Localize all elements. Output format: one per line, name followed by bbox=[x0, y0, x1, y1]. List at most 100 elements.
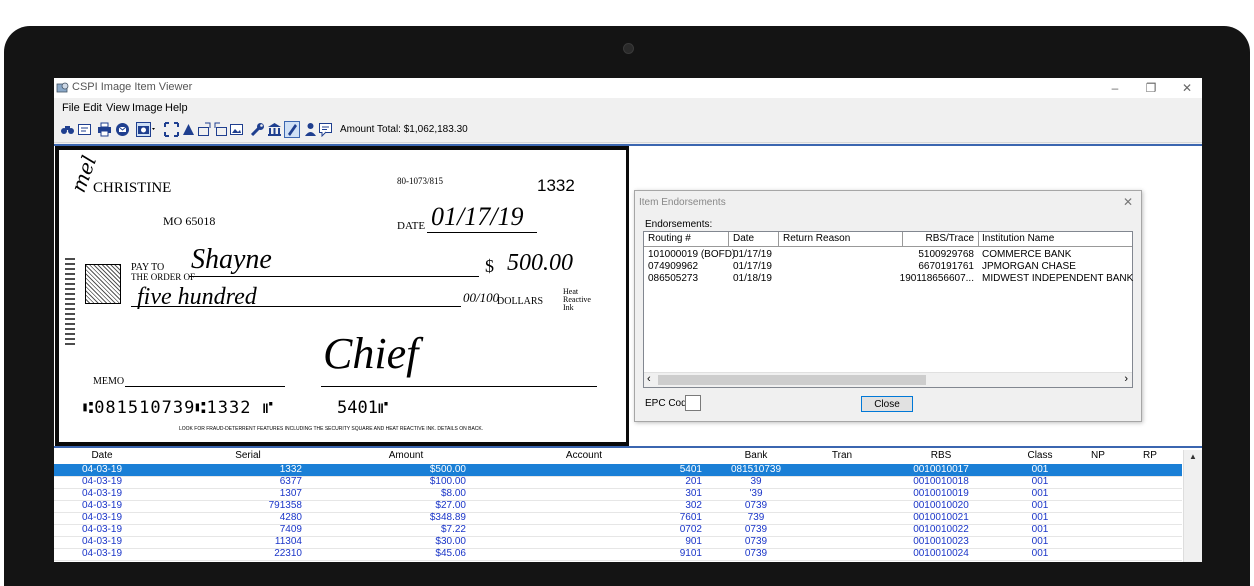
endorse-institution: MIDWEST INDEPENDENT BANK bbox=[982, 273, 1134, 284]
table-row[interactable]: 04-03-19 22310 $45.06 9101 0739 0010010024 001 bbox=[54, 548, 1182, 561]
person-icon[interactable] bbox=[303, 122, 318, 137]
window-title: CSPI Image Item Viewer bbox=[72, 81, 193, 93]
cell-bank: 0739 bbox=[744, 500, 768, 511]
menu-image[interactable]: Image bbox=[132, 102, 163, 114]
endorsement-row[interactable]: 101000019 (BOFD) 01/17/19 5100929768 COM… bbox=[644, 248, 1132, 260]
mail-icon[interactable] bbox=[115, 122, 130, 137]
memo-label: MEMO bbox=[93, 376, 125, 387]
endorsements-hscrollbar[interactable]: ‹ › bbox=[644, 372, 1132, 387]
minimize-button[interactable]: – bbox=[1100, 79, 1130, 97]
scroll-thumb[interactable] bbox=[658, 375, 926, 385]
front-icon[interactable] bbox=[197, 122, 212, 137]
written-fraction: 00/100 bbox=[463, 290, 500, 305]
column-divider[interactable] bbox=[778, 232, 779, 246]
check-payee: Shayne bbox=[191, 244, 272, 275]
cell-amount: $348.89 bbox=[429, 512, 466, 523]
heat-reactive-note: Heat Reactive Ink bbox=[563, 287, 591, 312]
bank-icon[interactable] bbox=[267, 122, 282, 137]
pencil-icon[interactable] bbox=[284, 121, 300, 138]
scroll-right-arrow[interactable]: › bbox=[1124, 373, 1128, 385]
dialog-close-icon[interactable]: ✕ bbox=[1123, 195, 1133, 209]
cell-class: 001 bbox=[1031, 488, 1049, 499]
cell-class: 001 bbox=[1031, 464, 1049, 475]
col-institution[interactable]: Institution Name bbox=[982, 233, 1054, 244]
app-window: CSPI Image Item Viewer – ❐ ✕ File Edit V… bbox=[54, 78, 1202, 562]
endorse-date: 01/17/19 bbox=[733, 261, 772, 272]
print-icon[interactable] bbox=[97, 122, 112, 137]
rotate-icon[interactable] bbox=[181, 122, 196, 137]
cell-account: 0702 bbox=[679, 524, 702, 535]
cell-account: 301 bbox=[685, 488, 702, 499]
endorse-rbs: 5100929768 bbox=[918, 249, 974, 260]
cell-date: 04-03-19 bbox=[81, 500, 123, 511]
epc-code-field[interactable] bbox=[685, 395, 701, 411]
endorsements-list[interactable]: Routing # Date Return Reason RBS/Trace I… bbox=[643, 231, 1133, 388]
col-rbs-trace[interactable]: RBS/Trace bbox=[924, 233, 974, 244]
col-date[interactable]: Date bbox=[733, 233, 754, 244]
grid-col-bank[interactable]: Bank bbox=[702, 450, 810, 461]
wrench-icon[interactable] bbox=[250, 122, 265, 137]
security-square bbox=[85, 264, 121, 304]
grid-col-rbs[interactable]: RBS bbox=[874, 450, 1008, 461]
binoculars-icon[interactable] bbox=[60, 122, 75, 137]
check-amount: 500.00 bbox=[507, 250, 573, 276]
micr-account: 5401⑈ bbox=[337, 398, 389, 418]
column-divider[interactable] bbox=[728, 232, 729, 246]
endorsements-label: Endorsements: bbox=[645, 219, 713, 230]
window-close-button[interactable]: ✕ bbox=[1172, 79, 1202, 97]
toolbar: Amount Total: $1,062,183.30 bbox=[54, 118, 1202, 143]
memo-line bbox=[125, 386, 285, 387]
comment-icon[interactable] bbox=[318, 122, 333, 137]
close-button[interactable]: Close bbox=[861, 396, 913, 412]
menu-view[interactable]: View bbox=[106, 102, 130, 114]
form-icon[interactable] bbox=[77, 122, 92, 137]
grid-col-account[interactable]: Account bbox=[466, 450, 702, 461]
cell-bank: 0739 bbox=[744, 524, 768, 535]
col-return-reason[interactable]: Return Reason bbox=[783, 233, 850, 244]
scroll-left-arrow[interactable]: ‹ bbox=[647, 373, 651, 385]
cell-serial: 22310 bbox=[274, 548, 302, 559]
grid-col-rp[interactable]: RP bbox=[1124, 450, 1176, 461]
cell-class: 001 bbox=[1031, 524, 1049, 535]
back-icon[interactable] bbox=[213, 122, 228, 137]
column-divider[interactable] bbox=[978, 232, 979, 246]
cell-class: 001 bbox=[1031, 548, 1049, 559]
col-routing[interactable]: Routing # bbox=[648, 233, 691, 244]
menu-bar: File Edit View Image Help bbox=[54, 98, 1202, 118]
cell-amount: $8.00 bbox=[440, 488, 466, 499]
grid-col-class[interactable]: Class bbox=[1008, 450, 1072, 461]
fit-icon[interactable] bbox=[164, 122, 179, 137]
picture-icon[interactable] bbox=[229, 122, 244, 137]
restore-button[interactable]: ❐ bbox=[1136, 79, 1166, 97]
endorsement-row[interactable]: 074909962 01/17/19 6670191761 JPMORGAN C… bbox=[644, 260, 1132, 272]
menu-help[interactable]: Help bbox=[165, 102, 188, 114]
items-grid: Date Serial Amount Account Bank Tran RBS… bbox=[54, 446, 1202, 562]
signature-line bbox=[321, 386, 597, 387]
endorsement-row[interactable]: 086505273 01/18/19 190118656607... MIDWE… bbox=[644, 272, 1134, 284]
grid-col-tran[interactable]: Tran bbox=[810, 450, 874, 461]
column-divider[interactable] bbox=[902, 232, 903, 246]
scroll-up-arrow[interactable]: ▲ bbox=[1189, 452, 1197, 461]
menu-edit[interactable]: Edit bbox=[83, 102, 102, 114]
cell-amount: $500.00 bbox=[429, 464, 466, 475]
camera-icon[interactable] bbox=[136, 122, 156, 137]
grid-col-np[interactable]: NP bbox=[1072, 450, 1124, 461]
dollar-sign: $ bbox=[485, 256, 494, 276]
cell-account: 302 bbox=[685, 500, 702, 511]
check-image: mel CHRISTINE MO 65018 80-1073/815 1332 … bbox=[59, 150, 626, 442]
cell-amount: $7.22 bbox=[440, 524, 466, 535]
check-date-label: DATE bbox=[397, 220, 426, 232]
cell-class: 001 bbox=[1031, 476, 1049, 487]
cell-amount: $27.00 bbox=[435, 500, 466, 511]
cell-rbs: 0010010019 bbox=[913, 488, 969, 499]
endorse-routing: 101000019 (BOFD) bbox=[648, 249, 736, 260]
cell-account: 9101 bbox=[679, 548, 702, 559]
cell-serial: 4280 bbox=[279, 512, 302, 523]
grid-vscrollbar[interactable]: ▲ bbox=[1183, 450, 1202, 562]
grid-col-amount[interactable]: Amount bbox=[346, 450, 466, 461]
menu-file[interactable]: File bbox=[62, 102, 80, 114]
grid-col-serial[interactable]: Serial bbox=[150, 450, 346, 461]
grid-col-date[interactable]: Date bbox=[54, 450, 150, 461]
cell-rbs: 0010010021 bbox=[913, 512, 969, 523]
cell-rbs: 0010010020 bbox=[913, 500, 969, 511]
